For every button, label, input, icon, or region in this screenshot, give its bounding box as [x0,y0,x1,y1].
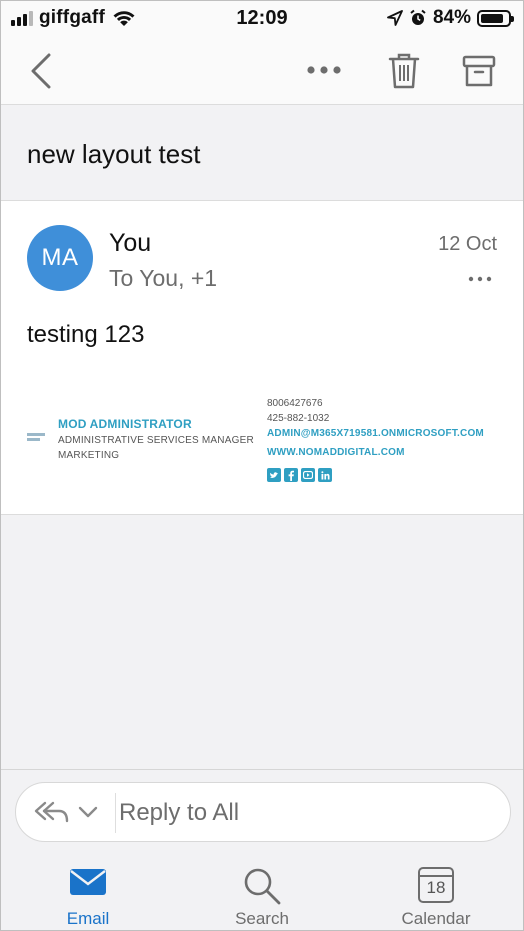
battery-icon [477,9,514,27]
tab-email[interactable]: Email [33,861,143,930]
search-icon [244,868,281,905]
battery-fill [481,13,503,23]
message-card: MA You To You, +1 12 Oct testing 123 MOD… [1,201,523,515]
signature-name: MOD ADMINISTRATOR [58,417,192,431]
signature-email-link[interactable]: ADMIN@M365X719581.ONMICROSOFT.COM [267,428,484,439]
battery-percent: 84% [432,7,471,28]
tab-email-label: Email [66,909,110,928]
social-links [267,468,332,482]
tab-calendar[interactable]: 18 Calendar [381,861,491,930]
delete-button[interactable] [383,49,425,93]
app-window: giffgaff 12:09 84% new layout test MA Yo… [0,0,524,931]
message-body: testing 123 [27,321,145,348]
signature-phone-1[interactable]: 8006427676 [267,398,323,409]
more-dots-icon [307,66,341,74]
signature-title: ADMINISTRATIVE SERVICES MANAGER [58,435,254,446]
message-date: 12 Oct [438,233,497,255]
signature-phone-2[interactable]: 425-882-1032 [267,413,329,424]
sender-name[interactable]: You [109,229,151,258]
alarm-icon [410,9,426,25]
archive-button[interactable] [457,49,501,93]
tab-calendar-label: Calendar [401,909,471,928]
archive-icon [462,55,496,87]
status-bar: giffgaff 12:09 84% [1,1,523,37]
trash-icon [388,53,420,89]
reply-all-icon [34,801,69,823]
reply-field[interactable]: Reply to All [15,782,511,842]
calendar-day-number: 18 [426,878,446,897]
reply-divider [115,793,116,833]
tab-search[interactable]: Search [207,861,317,930]
recipients[interactable]: To You, +1 [109,265,217,292]
more-options-button[interactable] [301,55,347,85]
facebook-icon[interactable] [284,468,298,482]
mail-icon [70,869,106,895]
subject-header: new layout test [1,105,523,201]
tab-search-label: Search [235,909,289,928]
location-arrow-icon [387,10,403,26]
reply-options-button[interactable] [34,799,98,825]
youtube-icon[interactable] [301,468,315,482]
twitter-icon[interactable] [267,468,281,482]
more-dots-icon [468,276,492,282]
reply-bar: Reply to All [1,769,523,853]
tab-bar: Email Search 18 Calendar [1,853,523,930]
avatar[interactable]: MA [27,225,93,291]
linkedin-icon[interactable] [318,468,332,482]
reply-placeholder: Reply to All [119,799,240,826]
status-right: 84% [387,7,514,29]
signature-department: MARKETING [58,450,120,461]
back-button[interactable] [23,51,59,91]
message-more-button[interactable] [467,271,493,287]
calendar-icon: 18 [418,867,454,903]
message-toolbar [1,37,523,105]
company-logo [27,433,45,445]
signature-website-link[interactable]: WWW.NOMADDIGITAL.COM [267,447,405,458]
email-subject: new layout test [27,139,201,169]
back-chevron-icon [31,53,51,89]
chevron-down-icon [78,806,98,818]
